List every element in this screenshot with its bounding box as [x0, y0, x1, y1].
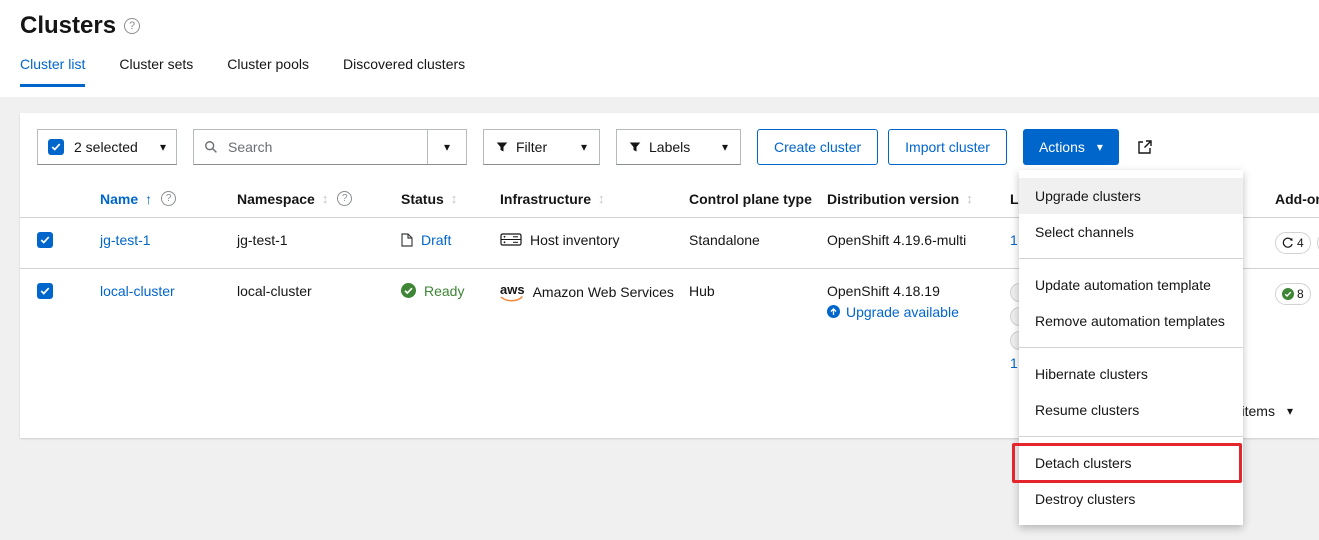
host-inventory-icon: [500, 233, 522, 246]
sort-ascending-icon[interactable]: ↑: [145, 191, 152, 207]
addons-healthy-badge[interactable]: 8: [1275, 283, 1311, 305]
table-toolbar: 2 selected ▾ ▾ Filter ▾: [37, 129, 1319, 165]
distribution-version: OpenShift 4.19.6-multi: [827, 232, 966, 248]
addons-progress-badge[interactable]: 4: [1275, 232, 1311, 254]
control-plane-type: Hub: [689, 283, 715, 299]
import-cluster-button[interactable]: Import cluster: [888, 129, 1007, 165]
labels-dropdown[interactable]: Labels ▾: [616, 129, 741, 165]
bulk-select-label: 2 selected: [74, 139, 138, 155]
actions-dropdown-toggle[interactable]: Actions ▾: [1023, 129, 1119, 165]
labels-more-link[interactable]: 1: [1010, 232, 1018, 248]
menu-item-resume-clusters[interactable]: Resume clusters: [1019, 392, 1243, 428]
help-icon[interactable]: ?: [124, 18, 140, 34]
control-plane-type: Standalone: [689, 232, 760, 248]
aws-smile-icon: [500, 296, 524, 302]
cluster-status[interactable]: Draft: [421, 232, 451, 248]
chevron-down-icon: ▾: [444, 141, 450, 153]
infrastructure-label: Amazon Web Services: [533, 284, 674, 300]
column-header-addons: Add-ons: [1259, 181, 1319, 217]
search-box: [194, 130, 427, 164]
search-input[interactable]: [226, 138, 427, 156]
chevron-down-icon[interactable]: ▾: [1287, 405, 1293, 417]
labels-dropdown-label: Labels: [649, 139, 690, 155]
page-title: Clusters: [20, 10, 116, 42]
tab-cluster-list[interactable]: Cluster list: [20, 56, 85, 87]
column-header-status[interactable]: Status ↕: [385, 181, 484, 217]
cluster-status[interactable]: Ready: [424, 283, 464, 299]
column-header-control-plane-type: Control plane type: [673, 181, 811, 217]
menu-item-remove-automation-templates[interactable]: Remove automation templates: [1019, 303, 1243, 339]
sort-icon[interactable]: ↕: [451, 191, 458, 206]
aws-logo-icon: aws: [500, 283, 525, 302]
sort-icon[interactable]: ↕: [322, 191, 329, 206]
page-header: Clusters ?: [0, 0, 1319, 42]
tab-cluster-pools[interactable]: Cluster pools: [227, 56, 309, 87]
distribution-version: OpenShift 4.18.19: [827, 283, 978, 299]
cluster-name-link[interactable]: local-cluster: [100, 283, 175, 299]
menu-divider: [1019, 347, 1243, 348]
menu-divider: [1019, 436, 1243, 437]
check-circle-icon: [1282, 288, 1294, 300]
filter-icon: [496, 141, 508, 153]
tab-bar: Cluster list Cluster sets Cluster pools …: [20, 56, 1319, 87]
menu-item-destroy-clusters[interactable]: Destroy clusters: [1019, 481, 1243, 517]
labels-more-link[interactable]: 1: [1010, 355, 1018, 371]
row-checkbox[interactable]: [37, 283, 53, 299]
sort-icon[interactable]: ↕: [966, 191, 973, 206]
column-header-distribution-version[interactable]: Distribution version ↕: [811, 181, 994, 217]
ready-check-icon: [401, 283, 416, 298]
cluster-name-link[interactable]: jg-test-1: [100, 232, 151, 248]
infrastructure-label: Host inventory: [530, 232, 619, 248]
create-cluster-button[interactable]: Create cluster: [757, 129, 878, 165]
bulk-select-dropdown[interactable]: 2 selected ▾: [37, 129, 177, 165]
chevron-down-icon: ▾: [581, 141, 587, 153]
search-group: ▾: [193, 129, 467, 165]
column-header-infrastructure[interactable]: Infrastructure ↕: [484, 181, 673, 217]
filter-dropdown[interactable]: Filter ▾: [483, 129, 600, 165]
menu-divider: [1019, 258, 1243, 259]
tab-cluster-sets[interactable]: Cluster sets: [119, 56, 193, 87]
upgrade-available-link[interactable]: Upgrade available: [827, 304, 978, 320]
actions-dropdown-label: Actions: [1039, 139, 1085, 155]
menu-item-hibernate-clusters[interactable]: Hibernate clusters: [1019, 356, 1243, 392]
search-icon: [204, 140, 218, 154]
chevron-down-icon: ▾: [160, 141, 166, 153]
export-button[interactable]: [1133, 135, 1157, 159]
menu-item-update-automation-template[interactable]: Update automation template: [1019, 267, 1243, 303]
menu-item-select-channels[interactable]: Select channels: [1019, 214, 1243, 250]
filter-dropdown-label: Filter: [516, 139, 547, 155]
upgrade-arrow-icon: [827, 305, 840, 318]
search-options-toggle[interactable]: ▾: [427, 130, 466, 164]
column-header-name[interactable]: Name ↑ ?: [84, 181, 221, 217]
chevron-down-icon: ▾: [1097, 141, 1103, 153]
tab-discovered-clusters[interactable]: Discovered clusters: [343, 56, 465, 87]
sort-icon[interactable]: ↕: [598, 191, 605, 206]
menu-item-upgrade-clusters[interactable]: Upgrade clusters: [1019, 178, 1243, 214]
bulk-select-checkbox[interactable]: [48, 139, 64, 155]
check-icon: [40, 235, 50, 245]
filter-icon: [629, 141, 641, 153]
cluster-namespace: local-cluster: [237, 283, 312, 299]
help-icon[interactable]: ?: [161, 191, 176, 206]
in-progress-icon: [1282, 237, 1294, 249]
draft-document-icon: [401, 233, 413, 247]
check-icon: [40, 286, 50, 296]
menu-item-detach-clusters[interactable]: Detach clusters: [1019, 445, 1243, 481]
help-icon[interactable]: ?: [337, 191, 352, 206]
check-icon: [51, 142, 61, 152]
header-checkbox-cell: [20, 181, 84, 217]
actions-dropdown-menu: Upgrade clusters Select channels Update …: [1019, 170, 1243, 525]
cluster-namespace: jg-test-1: [237, 232, 288, 248]
export-icon: [1137, 139, 1153, 155]
row-checkbox[interactable]: [37, 232, 53, 248]
column-header-namespace[interactable]: Namespace ↕ ?: [221, 181, 385, 217]
chevron-down-icon: ▾: [722, 141, 728, 153]
